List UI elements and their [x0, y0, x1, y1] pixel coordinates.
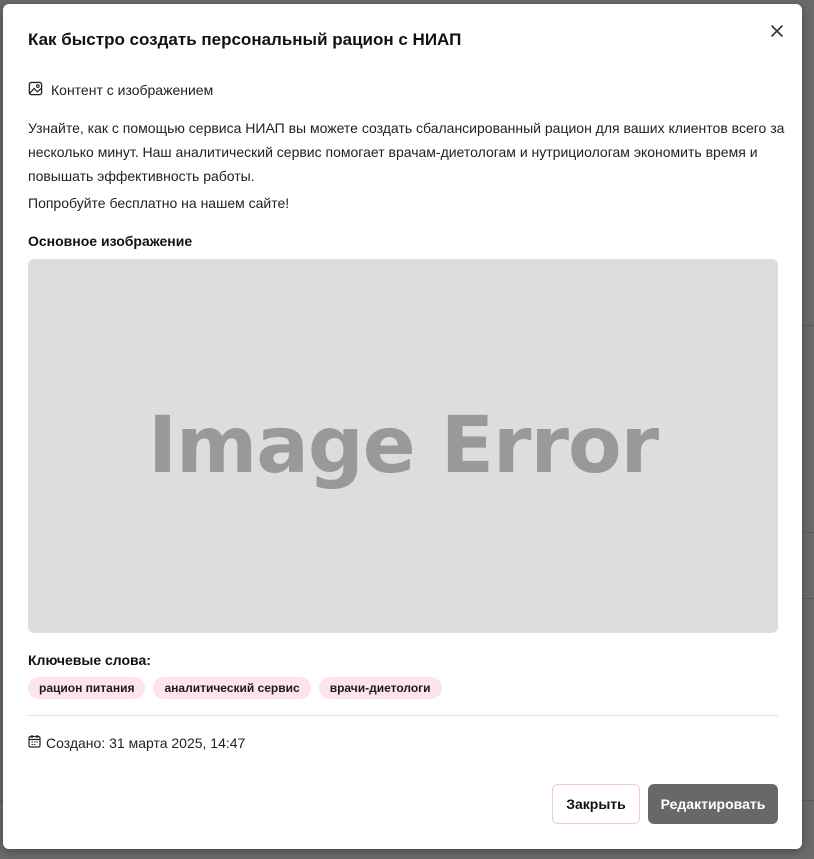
keywords-label: Ключевые слова: — [28, 652, 151, 668]
close-icon[interactable] — [766, 20, 788, 42]
keyword-tag: аналитический сервис — [153, 677, 311, 699]
description-paragraph: Узнайте, как с помощью сервиса НИАП вы м… — [28, 120, 785, 184]
image-error-placeholder: Image Error — [147, 401, 659, 491]
close-button[interactable]: Закрыть — [552, 784, 640, 824]
content-type-label: Контент с изображением — [51, 82, 214, 98]
content-type: Контент с изображением — [28, 81, 213, 99]
keyword-tag: рацион питания — [28, 677, 146, 699]
dialog-title: Как быстро создать персональный рацион с… — [28, 30, 462, 49]
created-date: Создано: 31 марта 2025, 14:47 — [46, 734, 246, 751]
edit-button[interactable]: Редактировать — [648, 784, 778, 824]
main-image-label: Основное изображение — [28, 233, 193, 249]
description: Узнайте, как с помощью сервиса НИАП вы м… — [28, 116, 788, 215]
description-paragraph: Попробуйте бесплатно на нашем сайте! — [28, 195, 290, 211]
created-info: Создано: 31 марта 2025, 14:47 — [28, 734, 245, 751]
content-detail-dialog: Как быстро создать персональный рацион с… — [3, 4, 802, 849]
calendar-icon — [28, 734, 41, 751]
keywords-list: рацион питания аналитический сервис врач… — [28, 677, 442, 699]
divider — [28, 715, 778, 716]
main-image: Image Error — [28, 259, 778, 633]
keyword-tag: врачи-диетологи — [318, 677, 442, 699]
image-icon — [28, 81, 43, 99]
